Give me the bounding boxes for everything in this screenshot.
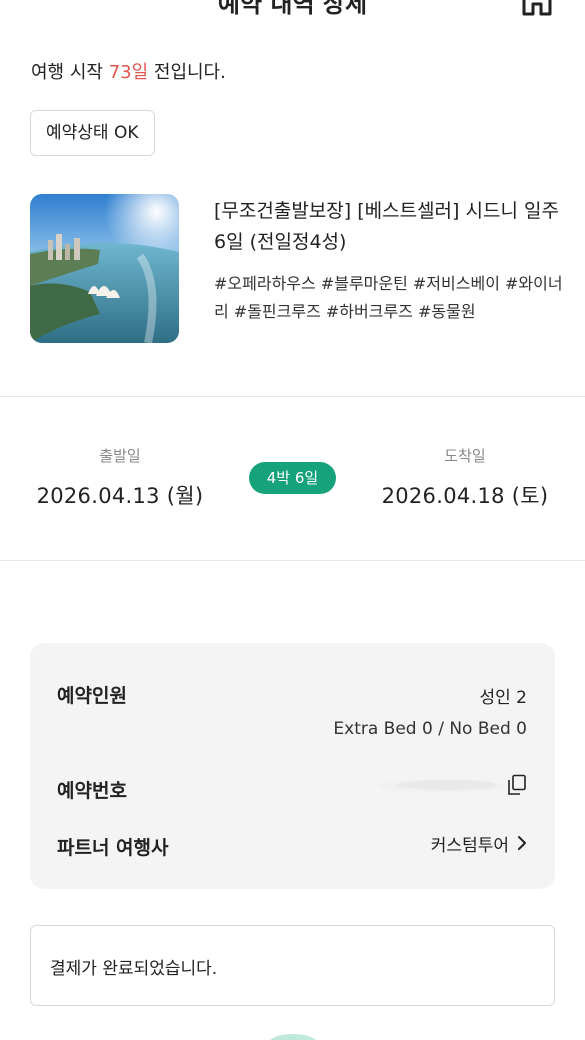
divider (0, 560, 585, 561)
page-title: 예약 내역 상세 (217, 0, 368, 18)
product-title[interactable]: [무조건출발보장] [베스트셀러] 시드니 일주 6일 (전일정4성) (214, 196, 564, 258)
booking-number-label: 예약번호 (57, 780, 127, 802)
partner-value[interactable]: 커스텀투어 (431, 831, 509, 856)
countdown-suffix: 전입니다. (148, 62, 226, 83)
floating-button-edge[interactable] (268, 1034, 318, 1040)
booking-status-button[interactable]: 예약상태 OK (30, 110, 155, 156)
product-tags: #오페라하우스 #블루마운틴 #저비스베이 #와이너리 #돌핀크루즈 #하버크루… (214, 274, 563, 321)
people-value: 성인 2 (479, 688, 528, 708)
people-label: 예약인원 (57, 685, 127, 707)
partner-agency-link[interactable]: 커스텀투어 (431, 831, 527, 856)
booking-info-card: 예약인원 성인 2 Extra Bed 0 / No Bed 0 예약번호 파트… (30, 643, 555, 889)
product-thumbnail (30, 194, 179, 343)
bed-info: Extra Bed 0 / No Bed 0 (333, 719, 527, 739)
arrival-label: 도착일 (444, 447, 486, 465)
trip-countdown: 여행 시작 73일 전입니다. (31, 58, 226, 84)
countdown-days: 73일 (108, 62, 149, 83)
duration-badge: 4박 6일 (249, 462, 336, 494)
copy-icon[interactable] (507, 774, 527, 796)
departure-date: 2026.04.13 (월) (36, 484, 204, 508)
payment-notice: 결제가 완료되었습니다. (30, 925, 555, 1006)
departure-block: 출발일 2026.04.13 (월) (31, 445, 209, 510)
booking-number-redacted (377, 777, 507, 795)
arrival-block: 도착일 2026.04.18 (토) (376, 445, 554, 510)
departure-label: 출발일 (99, 447, 141, 465)
arrival-date: 2026.04.18 (토) (381, 484, 549, 508)
payment-notice-text: 결제가 완료되었습니다. (50, 959, 218, 979)
top-header: 예약 내역 상세 (0, 0, 585, 22)
chevron-right-icon (518, 836, 526, 850)
partner-label: 파트너 여행사 (57, 837, 169, 859)
product-card[interactable]: [무조건출발보장] [베스트셀러] 시드니 일주 6일 (전일정4성) #오페라… (30, 194, 563, 344)
trip-schedule: 출발일 2026.04.13 (월) 4박 6일 도착일 2026.04.18 … (0, 397, 585, 560)
home-icon[interactable] (521, 0, 553, 16)
countdown-prefix: 여행 시작 (31, 62, 109, 83)
